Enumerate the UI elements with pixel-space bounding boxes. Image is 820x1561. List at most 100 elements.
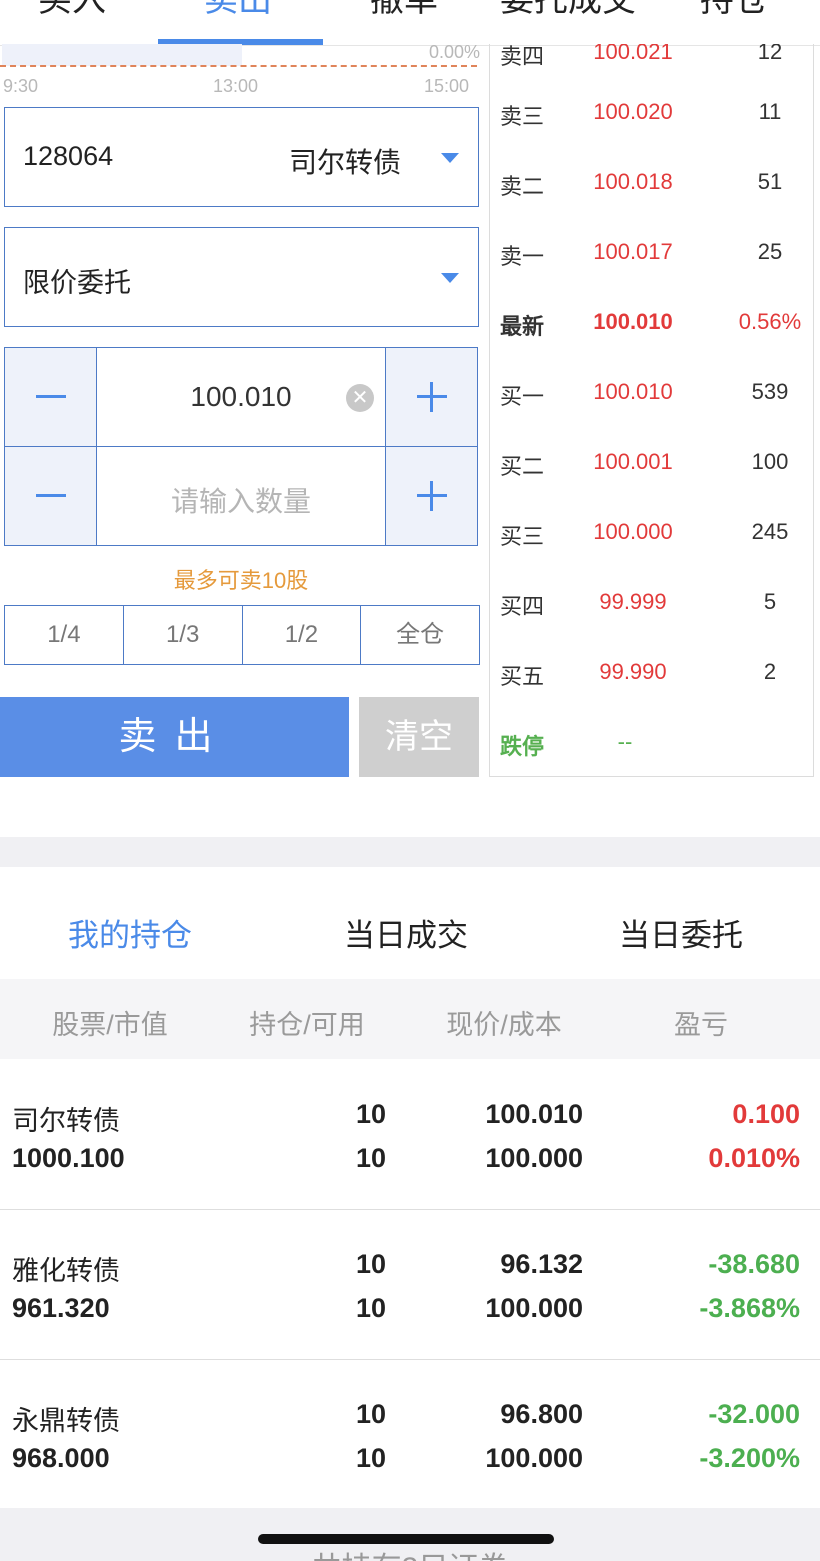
security-code: 128064: [23, 141, 114, 171]
chart-baseline: [0, 65, 477, 67]
level-label: 卖三: [500, 104, 545, 129]
price-increase-button[interactable]: [385, 348, 477, 446]
position-name: 永鼎转债: [12, 1406, 120, 1436]
level-price: 99.990: [599, 659, 667, 684]
top-tab-bar: 买入 卖出 撤单 委托成交 持仓: [0, 0, 820, 46]
order-book-row: 买二 100.001 100: [490, 441, 813, 481]
tab-holdings[interactable]: 持仓: [700, 0, 768, 21]
security-name: 司尔转债: [289, 147, 402, 178]
time-label-close: 15:00: [424, 76, 470, 96]
position-profit: 0.100: [732, 1099, 800, 1129]
position-profit: -38.680: [708, 1249, 800, 1279]
position-profit: -32.000: [708, 1399, 800, 1429]
clear-input-icon[interactable]: ✕: [346, 384, 374, 412]
time-label-open: 9:30: [3, 76, 39, 96]
tab-today-orders[interactable]: 当日委托: [619, 910, 743, 955]
tab-today-trades[interactable]: 当日成交: [344, 910, 468, 955]
quantity-stepper: 请输入数量: [4, 446, 478, 546]
level-volume: 2: [763, 659, 777, 684]
dropdown-arrow-icon: [441, 153, 459, 163]
order-book: 卖四 100.021 12 卖三 100.020 11 卖二 100.018 5…: [489, 44, 814, 777]
chart-percent-label: 0.00%: [428, 42, 480, 62]
level-label: 卖一: [500, 244, 545, 269]
table-row[interactable]: 司尔转债 1000.100 10 10 100.010 100.000 0.10…: [0, 1059, 820, 1210]
limit-down-label: 跌停: [500, 734, 545, 759]
section-divider: [0, 837, 820, 867]
table-row[interactable]: 雅化转债 961.320 10 10 96.132 100.000 -38.68…: [0, 1209, 820, 1360]
position-price: 96.800: [500, 1399, 583, 1429]
ratio-half-button[interactable]: 1/2: [243, 606, 362, 664]
tab-orders[interactable]: 委托成交: [500, 0, 636, 21]
level-volume: 5: [763, 589, 777, 614]
max-sell-hint: 最多可卖10股: [173, 568, 309, 593]
level-price: 99.999: [599, 589, 667, 614]
last-change-pct: 0.56%: [738, 309, 802, 334]
position-profit-pct: -3.200%: [699, 1443, 800, 1473]
level-label: 买一: [500, 384, 545, 409]
level-volume: 11: [758, 99, 782, 124]
level-price: 100.001: [593, 449, 673, 474]
tab-my-positions[interactable]: 我的持仓: [68, 910, 192, 955]
position-hold: 10: [355, 1399, 386, 1429]
position-ratio-group: 1/4 1/3 1/2 全仓: [4, 605, 480, 665]
level-price: 100.017: [593, 239, 673, 264]
order-book-row: 买三 100.000 245: [490, 511, 813, 551]
level-label: 卖二: [500, 174, 545, 199]
position-name: 司尔转债: [12, 1106, 120, 1136]
header-stock-value: 股票/市值: [52, 1010, 168, 1040]
position-cost: 100.000: [485, 1293, 583, 1323]
quantity-input[interactable]: 请输入数量: [96, 480, 386, 520]
position-price: 96.132: [500, 1249, 583, 1279]
position-hold: 10: [355, 1249, 386, 1279]
level-price: 100.010: [593, 379, 673, 404]
level-label: 买五: [500, 664, 545, 689]
tab-cancel[interactable]: 撤单: [370, 0, 438, 21]
ratio-quarter-button[interactable]: 1/4: [5, 606, 124, 664]
level-price: 100.020: [593, 99, 673, 124]
limit-down-row: 跌停 --: [490, 721, 813, 761]
position-cost: 100.000: [485, 1143, 583, 1173]
position-profit-pct: 0.010%: [708, 1143, 800, 1173]
position-value: 961.320: [12, 1293, 110, 1323]
position-available: 10: [355, 1293, 386, 1323]
time-label-mid: 13:00: [213, 76, 259, 96]
ratio-full-button[interactable]: 全仓: [361, 606, 479, 664]
order-book-row: 卖三 100.020 11: [490, 91, 813, 131]
last-price: 100.010: [593, 309, 673, 334]
level-price: 100.021: [593, 44, 673, 64]
level-volume: 539: [751, 379, 789, 404]
level-label: 买三: [500, 524, 545, 549]
position-available: 10: [355, 1443, 386, 1473]
ratio-third-button[interactable]: 1/3: [124, 606, 243, 664]
level-price: 100.018: [593, 169, 673, 194]
tab-sell[interactable]: 卖出: [204, 0, 272, 21]
position-cost: 100.000: [485, 1443, 583, 1473]
price-decrease-button[interactable]: [5, 348, 97, 446]
quantity-decrease-button[interactable]: [5, 447, 97, 545]
quantity-increase-button[interactable]: [385, 447, 477, 545]
order-book-row: 买一 100.010 539: [490, 371, 813, 411]
order-type-selector[interactable]: 限价委托: [4, 227, 479, 327]
table-row[interactable]: 永鼎转债 968.000 10 10 96.800 100.000 -32.00…: [0, 1359, 820, 1510]
level-price: 100.000: [593, 519, 673, 544]
sell-button[interactable]: 卖出: [0, 697, 349, 777]
level-volume: 25: [757, 239, 783, 264]
chart-area: [2, 44, 242, 66]
price-stepper: 100.010 ✕: [4, 347, 478, 447]
order-book-row: 卖一 100.017 25: [490, 231, 813, 271]
tab-buy[interactable]: 买入: [38, 0, 106, 21]
positions-count-text: 共持有3只证券: [0, 1543, 820, 1561]
order-book-row: 卖四 100.021 12: [490, 44, 813, 71]
level-label: 买四: [500, 594, 545, 619]
security-selector[interactable]: 128064 司尔转债: [4, 107, 479, 207]
level-label: 卖四: [500, 44, 545, 69]
positions-table-header: 股票/市值 持仓/可用 现价/成本 盈亏: [0, 979, 820, 1059]
position-name: 雅化转债: [12, 1256, 120, 1286]
dropdown-arrow-icon: [441, 273, 459, 283]
clear-button[interactable]: 清空: [359, 697, 479, 777]
order-book-row: 卖二 100.018 51: [490, 161, 813, 201]
order-type-value: 限价委托: [23, 268, 131, 298]
home-indicator[interactable]: [258, 1534, 554, 1544]
level-volume: 12: [757, 44, 783, 64]
price-input[interactable]: 100.010: [96, 381, 386, 413]
